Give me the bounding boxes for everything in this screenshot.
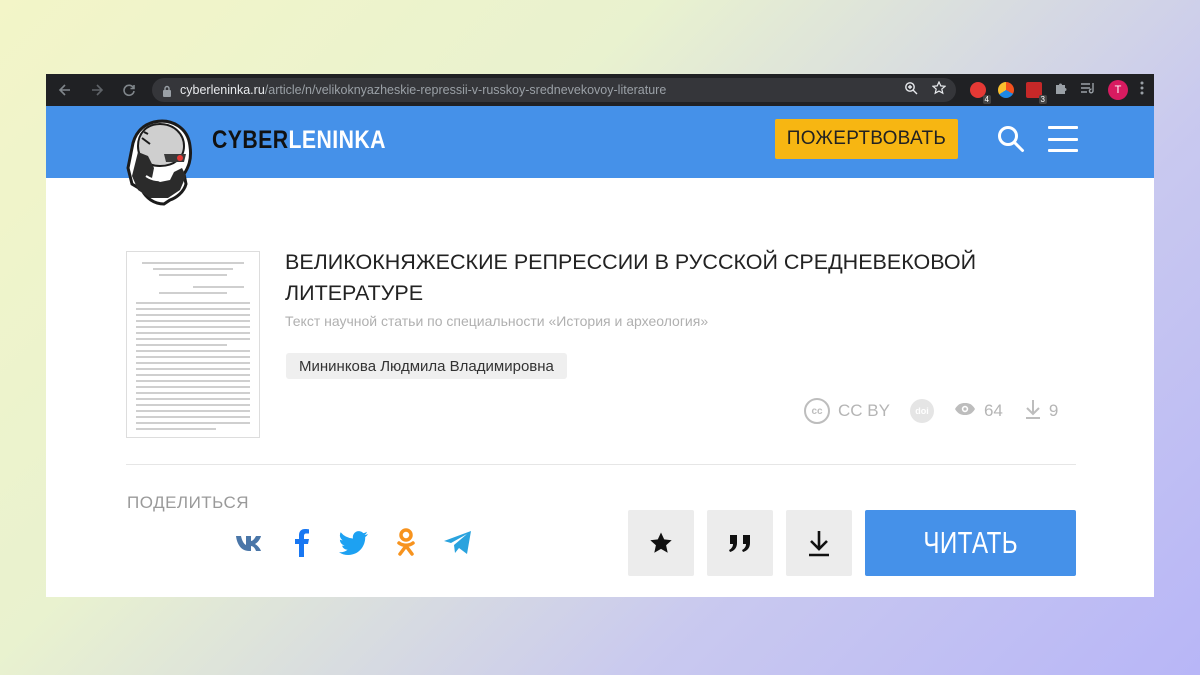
doi-icon[interactable]: doi xyxy=(909,399,934,423)
views-count: 64 xyxy=(983,401,1003,420)
lock-icon xyxy=(162,84,172,97)
extension-layers-icon[interactable]: 3 xyxy=(1026,82,1047,104)
browser-toolbar: cyberleninka.ru/article/n/velikoknyazhes… xyxy=(46,74,1154,106)
author-chip[interactable]: Мининкова Людмила Владимировна xyxy=(286,353,567,379)
share-label: ПОДЕЛИТЬСЯ xyxy=(127,493,250,512)
extension-globe-icon[interactable] xyxy=(998,82,1014,98)
creative-commons-icon: cc xyxy=(804,398,830,424)
extension-shield-icon[interactable]: 4 xyxy=(970,82,991,104)
profile-avatar[interactable]: T xyxy=(1108,80,1128,100)
cite-button[interactable] xyxy=(707,510,773,576)
facebook-icon[interactable] xyxy=(286,527,318,559)
site-header: CYBERLENINKA ПОЖЕРТВОВАТЬ xyxy=(46,106,1154,178)
robot-head-logo-icon[interactable] xyxy=(124,118,198,236)
browser-window: cyberleninka.ru/article/n/velikoknyazhes… xyxy=(46,74,1154,597)
favorite-button[interactable] xyxy=(628,510,694,576)
license-group[interactable]: cc CC BY xyxy=(804,398,890,424)
forward-icon[interactable] xyxy=(88,81,106,99)
download-count-icon xyxy=(1025,399,1041,424)
article-meta: cc CC BY doi 64 9 xyxy=(804,398,1058,424)
article-title: ВЕЛИКОКНЯЖЕСКИЕ РЕПРЕССИИ В РУССКОЙ СРЕД… xyxy=(285,250,977,305)
star-icon xyxy=(650,532,672,553)
read-button[interactable]: ЧИТАТЬ xyxy=(865,510,1076,576)
zoom-icon[interactable] xyxy=(904,81,918,100)
article-subject: Текст научной статьи по специальности «И… xyxy=(285,313,709,329)
license-label: CC BY xyxy=(838,401,890,420)
extensions-area: 4 3 T xyxy=(970,80,1144,104)
share-icons xyxy=(234,527,474,559)
donate-button[interactable]: ПОЖЕРТВОВАТЬ xyxy=(775,119,958,159)
more-menu-icon[interactable] xyxy=(1140,81,1144,100)
hamburger-menu-icon[interactable] xyxy=(1048,126,1078,152)
views-group: 64 xyxy=(954,401,1003,421)
extension-badge: 4 xyxy=(982,95,991,104)
downloads-group: 9 xyxy=(1025,399,1058,424)
puzzle-icon[interactable] xyxy=(1054,81,1068,100)
vk-icon[interactable] xyxy=(234,527,266,559)
download-icon xyxy=(809,531,829,557)
reading-list-icon[interactable] xyxy=(1080,81,1096,100)
divider xyxy=(126,464,1076,465)
search-icon[interactable] xyxy=(996,124,1026,154)
twitter-icon[interactable] xyxy=(338,527,370,559)
reload-icon[interactable] xyxy=(120,81,138,99)
article-thumbnail[interactable] xyxy=(126,251,260,438)
odnoklassniki-icon[interactable] xyxy=(390,527,422,559)
url-text: cyberleninka.ru/article/n/velikoknyazhes… xyxy=(180,83,667,97)
quote-icon xyxy=(729,535,750,552)
eye-icon xyxy=(954,401,976,421)
site-logo[interactable]: CYBERLENINKA xyxy=(212,126,386,155)
extension-badge: 3 xyxy=(1038,95,1047,104)
download-button[interactable] xyxy=(786,510,852,576)
bookmark-star-icon[interactable] xyxy=(931,80,947,100)
telegram-icon[interactable] xyxy=(442,527,474,559)
address-bar[interactable]: cyberleninka.ru/article/n/velikoknyazhes… xyxy=(152,78,956,102)
downloads-count: 9 xyxy=(1048,401,1059,420)
back-icon[interactable] xyxy=(56,81,74,99)
